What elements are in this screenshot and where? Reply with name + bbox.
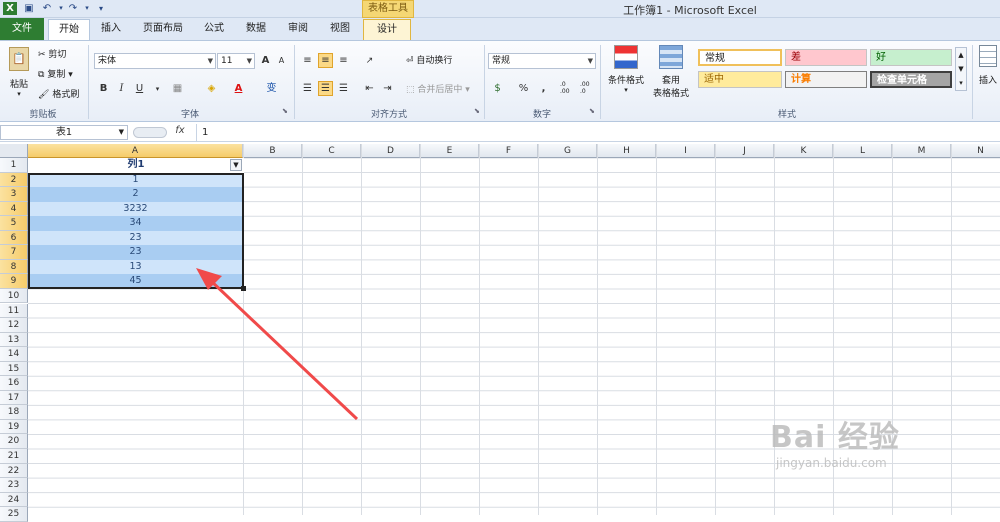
watermark-url: jingyan.baidu.com [776, 456, 887, 470]
watermark-title: Bai 经验 [770, 420, 900, 455]
baidu-watermark: Bai 经验 jingyan.baidu.com [770, 412, 970, 482]
